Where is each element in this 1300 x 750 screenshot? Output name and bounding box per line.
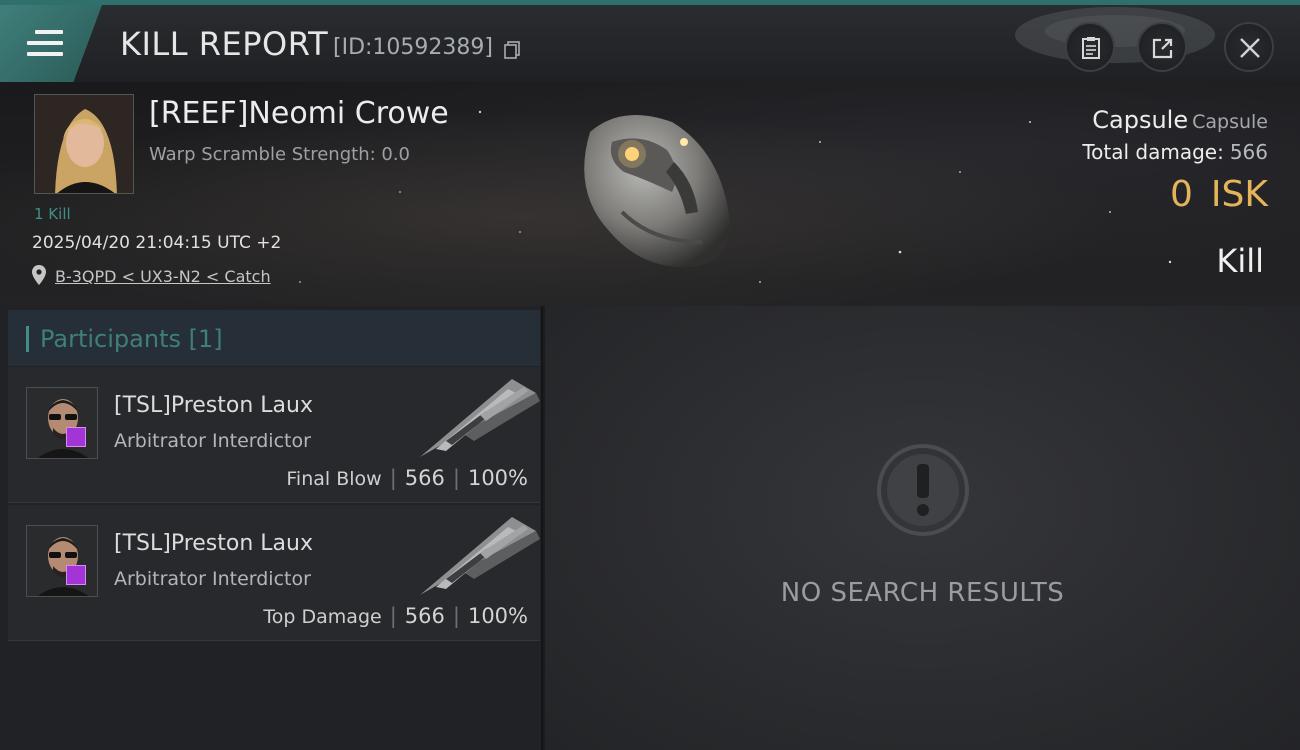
results-panel: NO SEARCH RESULTS	[545, 306, 1300, 750]
participant-ship: Arbitrator Interdictor	[114, 568, 311, 590]
warp-scramble-strength: Warp Scramble Strength: 0.0	[149, 144, 411, 165]
capsule-ship-image	[584, 114, 731, 268]
participant-percent: 100%	[467, 466, 528, 490]
victim-banner: [REEF]Neomi Crowe Warp Scramble Strength…	[0, 82, 1300, 306]
victim-avatar	[35, 95, 133, 193]
total-damage-value: 566	[1229, 140, 1268, 164]
participant-role: Final Blow	[286, 468, 382, 490]
participant-portrait[interactable]	[26, 387, 98, 459]
isk-value: 0 ISK	[1170, 174, 1268, 215]
close-icon	[1240, 38, 1260, 58]
participants-panel: Participants [1] [TSL]Preston Laux Arbit…	[0, 306, 543, 750]
participant-ship: Arbitrator Interdictor	[114, 430, 311, 452]
location-pin-icon	[32, 265, 46, 285]
kill-datetime: 2025/04/20 21:04:15 UTC +2	[32, 233, 282, 253]
close-button[interactable]	[1224, 22, 1274, 72]
participant-row[interactable]: [TSL]Preston Laux Arbitrator Interdictor…	[8, 505, 540, 641]
page-title: KILL REPORT	[120, 25, 329, 63]
share-icon	[1152, 38, 1173, 59]
stats-divider: |	[452, 604, 460, 628]
clipboard-icon	[1082, 37, 1100, 59]
exclamation-icon	[877, 444, 969, 536]
report-id: [ID:10592389]	[333, 35, 493, 60]
participant-name[interactable]: [TSL]Preston Laux	[114, 531, 313, 556]
participants-header-accent	[26, 326, 29, 352]
participants-label: Participants [1]	[40, 325, 223, 353]
participant-row[interactable]: [TSL]Preston Laux Arbitrator Interdictor…	[8, 367, 540, 503]
arbitrator-ship-image	[420, 379, 540, 457]
isk-unit: ISK	[1210, 174, 1268, 215]
no-results-message: NO SEARCH RESULTS	[780, 578, 1065, 608]
participant-role: Top Damage	[263, 606, 382, 628]
total-damage-label: Total damage:	[1082, 140, 1224, 164]
kill-location-link[interactable]: B-3QPD < UX3-N2 < Catch	[55, 267, 271, 286]
participant-damage: 566	[404, 604, 445, 628]
participant-badge-icon	[66, 565, 86, 585]
participant-stats: Top Damage | 566 | 100%	[263, 604, 528, 628]
participant-percent: 100%	[467, 604, 528, 628]
total-damage: Total damage: 566	[1082, 140, 1268, 164]
isk-amount: 0	[1170, 174, 1193, 215]
stats-divider: |	[452, 466, 460, 490]
kill-result: Kill	[1216, 242, 1264, 280]
participants-header: Participants [1]	[8, 310, 540, 366]
participant-stats: Final Blow | 566 | 100%	[286, 466, 528, 490]
participant-damage: 566	[404, 466, 445, 490]
victim-name[interactable]: [REEF]Neomi Crowe	[149, 96, 449, 131]
victim-ship-name: Capsule	[1192, 111, 1268, 133]
header-ship-silhouette	[1015, 7, 1215, 63]
participant-portrait[interactable]	[26, 525, 98, 597]
victim-ship-class: Capsule	[1092, 106, 1189, 134]
victim-portrait[interactable]	[34, 94, 134, 194]
stats-divider: |	[389, 466, 397, 490]
participant-name[interactable]: [TSL]Preston Laux	[114, 393, 313, 418]
participant-badge-icon	[66, 427, 86, 447]
header-bar: KILL REPORT [ID:10592389]	[0, 0, 1300, 82]
participant-avatar	[27, 526, 97, 596]
victim-ship: Capsule Capsule	[1092, 106, 1268, 134]
menu-icon[interactable]	[27, 30, 63, 58]
share-button[interactable]	[1137, 22, 1187, 72]
stats-divider: |	[389, 604, 397, 628]
clipboard-button[interactable]	[1065, 22, 1115, 72]
victim-kill-count: 1 Kill	[34, 205, 71, 223]
arbitrator-ship-image	[420, 517, 540, 595]
copy-icon[interactable]	[504, 41, 520, 59]
participant-avatar	[27, 388, 97, 458]
